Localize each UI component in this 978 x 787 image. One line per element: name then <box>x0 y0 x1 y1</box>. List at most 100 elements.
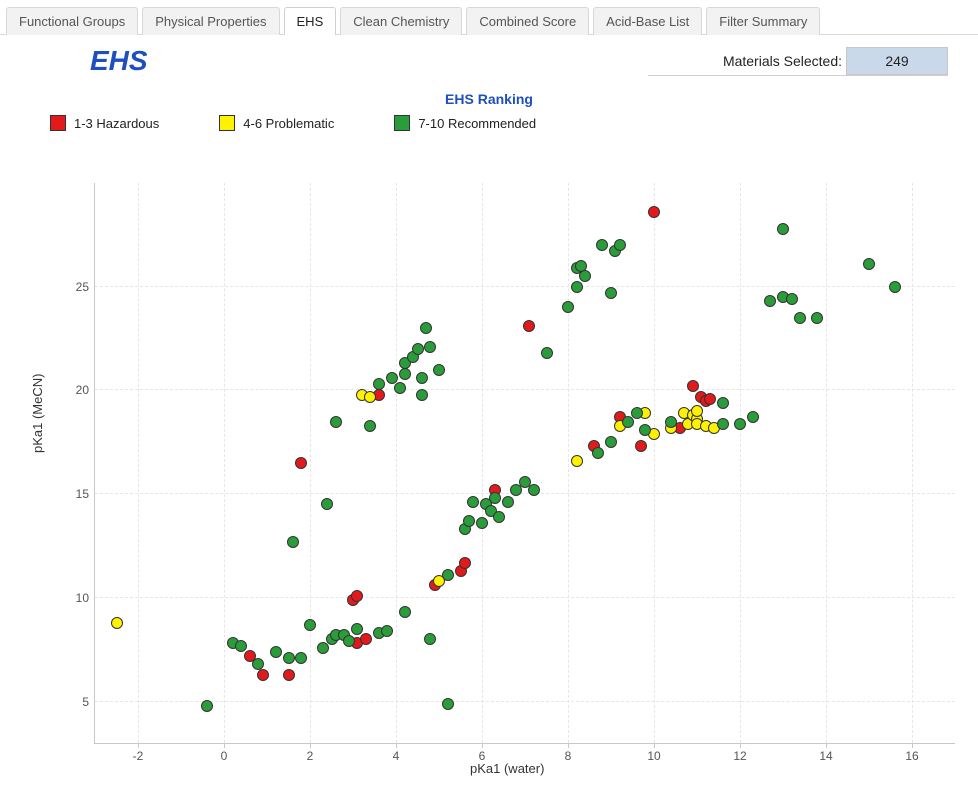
data-point[interactable] <box>523 320 535 332</box>
data-point[interactable] <box>351 590 363 602</box>
data-point[interactable] <box>283 669 295 681</box>
data-point[interactable] <box>571 455 583 467</box>
data-point[interactable] <box>399 606 411 618</box>
data-point[interactable] <box>889 281 901 293</box>
data-point[interactable] <box>442 698 454 710</box>
data-point[interactable] <box>747 411 759 423</box>
data-point[interactable] <box>463 515 475 527</box>
data-point[interactable] <box>648 206 660 218</box>
data-point[interactable] <box>424 633 436 645</box>
data-point[interactable] <box>704 393 716 405</box>
data-point[interactable] <box>373 378 385 390</box>
tab-physical-properties[interactable]: Physical Properties <box>142 7 279 35</box>
data-point[interactable] <box>717 418 729 430</box>
scatter-plot[interactable]: -20246810121416510152025 <box>94 183 955 744</box>
data-point[interactable] <box>381 625 393 637</box>
data-point[interactable] <box>399 368 411 380</box>
data-point[interactable] <box>467 496 479 508</box>
data-point[interactable] <box>489 492 501 504</box>
data-point[interactable] <box>687 380 699 392</box>
data-point[interactable] <box>442 569 454 581</box>
data-point[interactable] <box>252 658 264 670</box>
data-point[interactable] <box>596 239 608 251</box>
data-point[interactable] <box>777 223 789 235</box>
data-point[interactable] <box>424 341 436 353</box>
legend-item[interactable]: 4-6 Problematic <box>219 115 334 131</box>
data-point[interactable] <box>631 407 643 419</box>
data-point[interactable] <box>364 391 376 403</box>
x-tick: 8 <box>565 749 572 763</box>
legend-item[interactable]: 1-3 Hazardous <box>50 115 159 131</box>
data-point[interactable] <box>493 511 505 523</box>
x-tick: 6 <box>479 749 486 763</box>
data-point[interactable] <box>295 652 307 664</box>
data-point[interactable] <box>412 343 424 355</box>
data-point[interactable] <box>257 669 269 681</box>
data-point[interactable] <box>863 258 875 270</box>
data-point[interactable] <box>528 484 540 496</box>
data-point[interactable] <box>811 312 823 324</box>
data-point[interactable] <box>605 287 617 299</box>
data-point[interactable] <box>541 347 553 359</box>
data-point[interactable] <box>665 416 677 428</box>
data-point[interactable] <box>592 447 604 459</box>
x-tick: 16 <box>905 749 918 763</box>
data-point[interactable] <box>360 633 372 645</box>
data-point[interactable] <box>579 270 591 282</box>
legend-label: 1-3 Hazardous <box>74 116 159 131</box>
data-point[interactable] <box>416 389 428 401</box>
data-point[interactable] <box>386 372 398 384</box>
x-tick: 12 <box>733 749 746 763</box>
y-tick: 5 <box>61 695 89 709</box>
data-point[interactable] <box>562 301 574 313</box>
data-point[interactable] <box>502 496 514 508</box>
page-title: EHS <box>90 45 148 77</box>
x-tick: 2 <box>307 749 314 763</box>
data-point[interactable] <box>571 281 583 293</box>
data-point[interactable] <box>786 293 798 305</box>
data-point[interactable] <box>330 416 342 428</box>
data-point[interactable] <box>364 420 376 432</box>
tab-acid-base-list[interactable]: Acid-Base List <box>593 7 702 35</box>
data-point[interactable] <box>639 424 651 436</box>
data-point[interactable] <box>605 436 617 448</box>
tab-ehs[interactable]: EHS <box>284 7 337 35</box>
data-point[interactable] <box>304 619 316 631</box>
tab-filter-summary[interactable]: Filter Summary <box>706 7 820 35</box>
data-point[interactable] <box>717 397 729 409</box>
data-point[interactable] <box>283 652 295 664</box>
data-point[interactable] <box>201 700 213 712</box>
data-point[interactable] <box>235 640 247 652</box>
data-point[interactable] <box>433 364 445 376</box>
data-point[interactable] <box>794 312 806 324</box>
data-point[interactable] <box>635 440 647 452</box>
legend-item[interactable]: 7-10 Recommended <box>394 115 536 131</box>
data-point[interactable] <box>764 295 776 307</box>
materials-selected: Materials Selected: 249 <box>648 47 948 76</box>
tab-functional-groups[interactable]: Functional Groups <box>6 7 138 35</box>
tab-bar: Functional GroupsPhysical PropertiesEHSC… <box>0 4 978 34</box>
data-point[interactable] <box>734 418 746 430</box>
data-point[interactable] <box>459 557 471 569</box>
data-point[interactable] <box>691 405 703 417</box>
data-point[interactable] <box>614 239 626 251</box>
data-point[interactable] <box>111 617 123 629</box>
data-point[interactable] <box>270 646 282 658</box>
x-axis-label: pKa1 (water) <box>470 761 544 776</box>
data-point[interactable] <box>476 517 488 529</box>
data-point[interactable] <box>394 382 406 394</box>
data-point[interactable] <box>295 457 307 469</box>
data-point[interactable] <box>416 372 428 384</box>
materials-selected-label: Materials Selected: <box>723 53 842 69</box>
data-point[interactable] <box>420 322 432 334</box>
data-point[interactable] <box>351 623 363 635</box>
x-tick: -2 <box>133 749 144 763</box>
y-tick: 25 <box>61 280 89 294</box>
tab-clean-chemistry[interactable]: Clean Chemistry <box>340 7 462 35</box>
data-point[interactable] <box>343 635 355 647</box>
legend-swatch <box>50 115 66 131</box>
chart-area: EHS Ranking 1-3 Hazardous4-6 Problematic… <box>20 83 958 783</box>
data-point[interactable] <box>287 536 299 548</box>
tab-combined-score[interactable]: Combined Score <box>466 7 589 35</box>
data-point[interactable] <box>321 498 333 510</box>
